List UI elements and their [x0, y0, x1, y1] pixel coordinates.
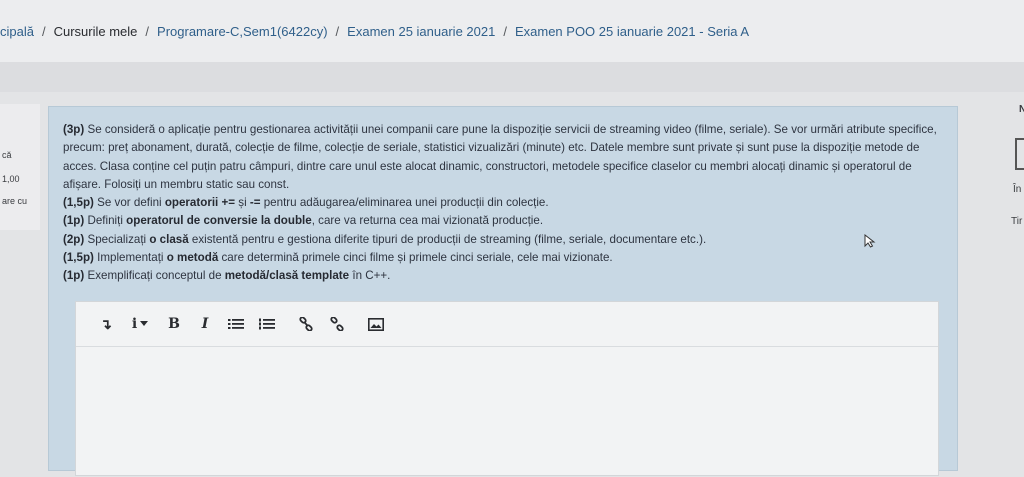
- info-icon: i: [131, 316, 138, 332]
- breadcrumb-item-home[interactable]: cipală: [0, 24, 34, 39]
- question-paragraph-4: (2p) Specializați o clasă existentă pent…: [63, 232, 707, 246]
- ordered-list-button[interactable]: [253, 312, 281, 336]
- question-info-mark: 1,00: [2, 174, 20, 184]
- unlink-icon: [330, 317, 344, 331]
- quiz-nav-link[interactable]: În: [1013, 184, 1021, 195]
- toolbar-toggle-icon: ↴: [100, 315, 112, 332]
- answer-text-area[interactable]: [76, 347, 938, 477]
- remove-link-button[interactable]: [323, 312, 351, 336]
- breadcrumb-item-exam[interactable]: Examen POO 25 ianuarie 2021 - Seria A: [515, 24, 749, 39]
- breadcrumb: cipală / Cursurile mele / Programare-C,S…: [0, 0, 1024, 62]
- unordered-list-button[interactable]: [222, 312, 250, 336]
- page-header-band: [0, 62, 1024, 92]
- breadcrumb-separator: /: [145, 23, 150, 39]
- italic-icon: I: [201, 316, 209, 332]
- link-icon: [299, 317, 313, 331]
- quiz-nav-question-box[interactable]: [1015, 138, 1024, 170]
- mouse-cursor-icon: [864, 234, 876, 248]
- question-paragraph-6: (1p) Exemplificați conceptul de metodă/c…: [63, 269, 391, 283]
- editor-toolbar: ↴ i B I: [76, 302, 938, 347]
- bold-icon: B: [168, 316, 180, 332]
- image-icon: [368, 317, 384, 331]
- question-paragraph-5: (1,5p) Implementați o metodă care determ…: [63, 251, 613, 265]
- quiz-navigation-panel: N În Tir: [1003, 96, 1024, 256]
- breadcrumb-item-course[interactable]: Programare-C,Sem1(6422cy): [157, 24, 328, 39]
- breadcrumb-item-my-courses[interactable]: Cursurile mele: [54, 24, 138, 39]
- question-paragraph-1: (3p) Se consideră o aplicație pentru ges…: [63, 123, 937, 191]
- breadcrumb-separator: /: [335, 23, 340, 39]
- question-info-panel: că 1,00 are cu: [0, 104, 40, 230]
- breadcrumb-separator: /: [503, 23, 507, 39]
- question-text: (3p) Se consideră o aplicație pentru ges…: [63, 121, 943, 286]
- quiz-nav-heading: N: [1019, 104, 1024, 115]
- answer-editor: ↴ i B I: [75, 301, 939, 476]
- question-info-flag[interactable]: are cu: [2, 196, 27, 206]
- chevron-down-icon: [140, 321, 149, 326]
- breadcrumb-separator: /: [41, 23, 46, 39]
- question-paragraph-2: (1,5p) Se vor defini operatorii += și -=…: [63, 196, 549, 210]
- question-panel: (3p) Se consideră o aplicație pentru ges…: [48, 106, 958, 476]
- breadcrumb-item-exam-section[interactable]: Examen 25 ianuarie 2021: [347, 24, 495, 39]
- question-info-status: că: [2, 150, 12, 160]
- numbered-list-icon: [259, 318, 275, 330]
- bold-button[interactable]: B: [160, 312, 188, 336]
- quiz-nav-timer: Tir: [1011, 216, 1023, 227]
- italic-button[interactable]: I: [191, 312, 219, 336]
- toolbar-toggle-button[interactable]: ↴: [92, 312, 120, 336]
- bullet-list-icon: [228, 319, 244, 329]
- paragraph-style-button[interactable]: i: [123, 312, 157, 336]
- insert-link-button[interactable]: [292, 312, 320, 336]
- question-paragraph-3: (1p) Definiți operatorul de conversie la…: [63, 214, 544, 228]
- insert-image-button[interactable]: [362, 312, 390, 336]
